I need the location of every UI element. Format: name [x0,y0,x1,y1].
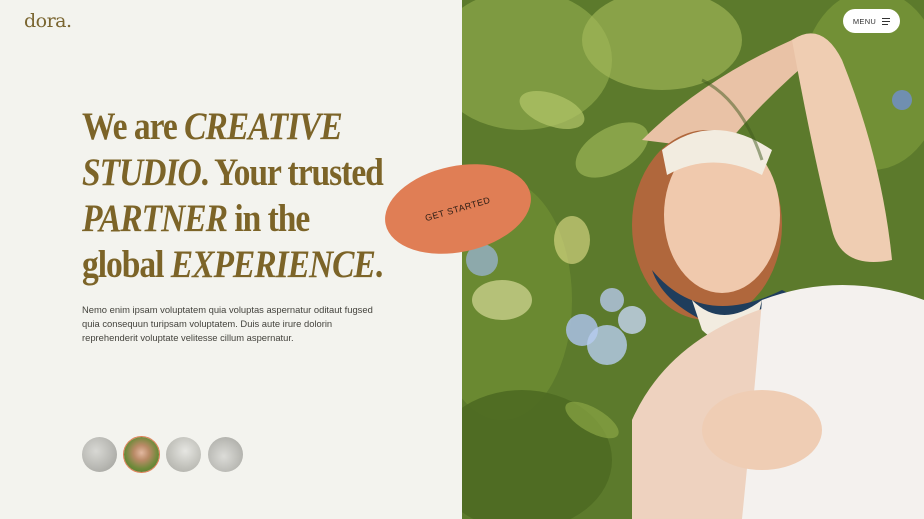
headline-emphasis: CREATIVE [184,105,343,148]
thumbnail-image [82,437,117,472]
headline-text: . [374,243,383,286]
headline-line-4: global EXPERIENCE. [82,242,392,288]
hamburger-icon [882,17,891,25]
get-started-label: GET STARTED [424,194,492,224]
headline-text: . Your trusted [200,151,384,194]
thumbnail-image [166,437,201,472]
thumbnail-4[interactable] [207,436,244,473]
headline-line-1: We are CREATIVE [82,104,392,150]
menu-label: MENU [852,16,877,26]
hero-description: Nemo enim ipsam voluptatem quia voluptas… [82,304,373,343]
brand-logo[interactable]: dora. [24,10,72,32]
headline-text: We are [82,105,185,148]
woman-in-grass-image [462,0,924,519]
hero-photo: MENU [462,0,924,519]
headline-line-2: STUDIO. Your trusted [82,150,392,196]
thumbnail-selector [81,436,244,473]
headline-emphasis: PARTNER [82,197,228,240]
hero-left-panel: dora. We are CREATIVE STUDIO. Your trust… [0,0,462,519]
headline-emphasis: STUDIO [82,151,202,194]
headline-line-3: PARTNER in the [82,196,392,242]
thumbnail-3[interactable] [165,436,202,473]
thumbnail-image [124,437,159,472]
thumbnail-2[interactable] [123,436,160,473]
thumbnail-1[interactable] [81,436,118,473]
headline-emphasis: EXPERIENCE [170,243,376,286]
headline-text: in the [226,197,310,240]
menu-button[interactable]: MENU [843,9,900,33]
headline-text: global [82,243,171,286]
thumbnail-image [208,437,243,472]
hero-headline: We are CREATIVE STUDIO. Your trusted PAR… [82,104,392,288]
